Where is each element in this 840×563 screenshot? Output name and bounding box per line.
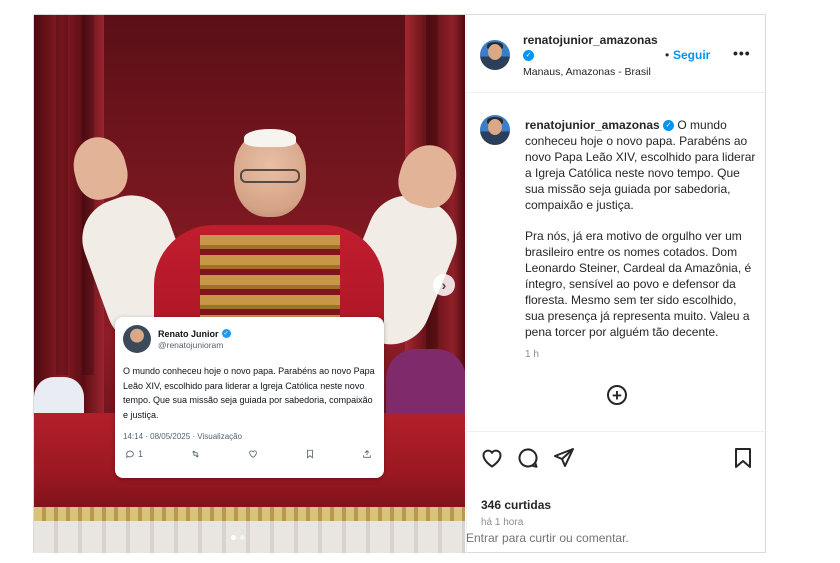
carousel-dot[interactable] [240, 535, 245, 540]
tweet-text: O mundo conheceu hoje o novo papa. Parab… [123, 366, 375, 420]
side-figure-right [386, 349, 465, 419]
tweet-reply-count: 1 [138, 449, 144, 459]
caption-avatar[interactable] [480, 115, 510, 145]
instagram-post: › Renato Junior ✓ @renatojunioram O mund… [33, 14, 767, 553]
bookmark-icon[interactable] [731, 446, 755, 470]
upload-icon [363, 450, 371, 458]
carousel-dot[interactable] [231, 535, 236, 540]
follow-button[interactable]: Seguir [673, 48, 710, 62]
tweet-meta: 14:14 · 08/05/2025 · Visualização [123, 432, 243, 441]
carousel-dots [231, 535, 245, 540]
tweet-avatar [123, 325, 151, 353]
more-options-button[interactable]: ••• [733, 45, 751, 61]
username[interactable]: renatojunior_amazonas ✓ [523, 33, 663, 63]
verified-icon: ✓ [221, 329, 231, 338]
caption-section: renatojunior_amazonas ✓ O mundo conheceu… [467, 93, 767, 431]
heart-icon[interactable] [480, 446, 504, 470]
caption-paragraph-2: Pra nós, já era motivo de orgulho ver um… [525, 229, 752, 339]
post-header: renatojunior_amazonas ✓ • Seguir ••• Man… [467, 15, 767, 93]
username-text[interactable]: renatojunior_amazonas [523, 33, 658, 47]
verified-icon: ✓ [523, 50, 534, 62]
chevron-right-icon: › [441, 277, 447, 293]
retweet-icon [192, 450, 199, 458]
tweet-card: Renato Junior ✓ @renatojunioram O mundo … [115, 317, 384, 478]
likes-count[interactable]: 346 curtidas [481, 498, 551, 512]
balcony-marble [34, 521, 465, 553]
tweet-author-name: Renato Junior [158, 328, 219, 339]
comment-bar: Entrar para curtir ou comentar. [466, 527, 766, 553]
side-figure-left [34, 377, 84, 417]
comment-icon[interactable] [516, 446, 540, 470]
post-panel: renatojunior_amazonas ✓ • Seguir ••• Man… [466, 15, 767, 553]
location-link[interactable]: Manaus, Amazonas - Brasil [523, 66, 651, 78]
hand-left [67, 131, 133, 205]
caption-paragraph-1: O mundo conheceu hoje o novo papa. Parab… [525, 118, 756, 212]
balcony-trim [34, 507, 465, 521]
verified-icon: ✓ [663, 120, 675, 132]
separator-dot: • [665, 48, 670, 62]
login-link[interactable]: Entrar [466, 531, 499, 545]
bookmark-icon [307, 449, 313, 459]
reply-icon [126, 450, 134, 459]
caption-time: 1 h [525, 349, 539, 360]
caption-text: renatojunior_amazonas ✓ O mundo conheceu… [525, 117, 757, 340]
curtain-fold [56, 15, 68, 375]
next-slide-button[interactable]: › [433, 274, 455, 296]
comment-prompt: para curtir ou comentar. [498, 531, 629, 545]
share-icon[interactable] [552, 446, 576, 470]
zucchetto [244, 129, 296, 147]
caption-username[interactable]: renatojunior_amazonas [525, 118, 660, 132]
like-icon [249, 450, 257, 458]
avatar[interactable] [480, 40, 510, 70]
tweet-reply: 1 [125, 449, 143, 459]
glasses [240, 169, 300, 183]
tweet-actions: 1 [123, 449, 376, 459]
tweet-handle: @renatojunioram [158, 339, 224, 350]
add-circle-icon[interactable]: + [607, 385, 627, 405]
post-image[interactable]: › Renato Junior ✓ @renatojunioram O mund… [34, 15, 465, 553]
